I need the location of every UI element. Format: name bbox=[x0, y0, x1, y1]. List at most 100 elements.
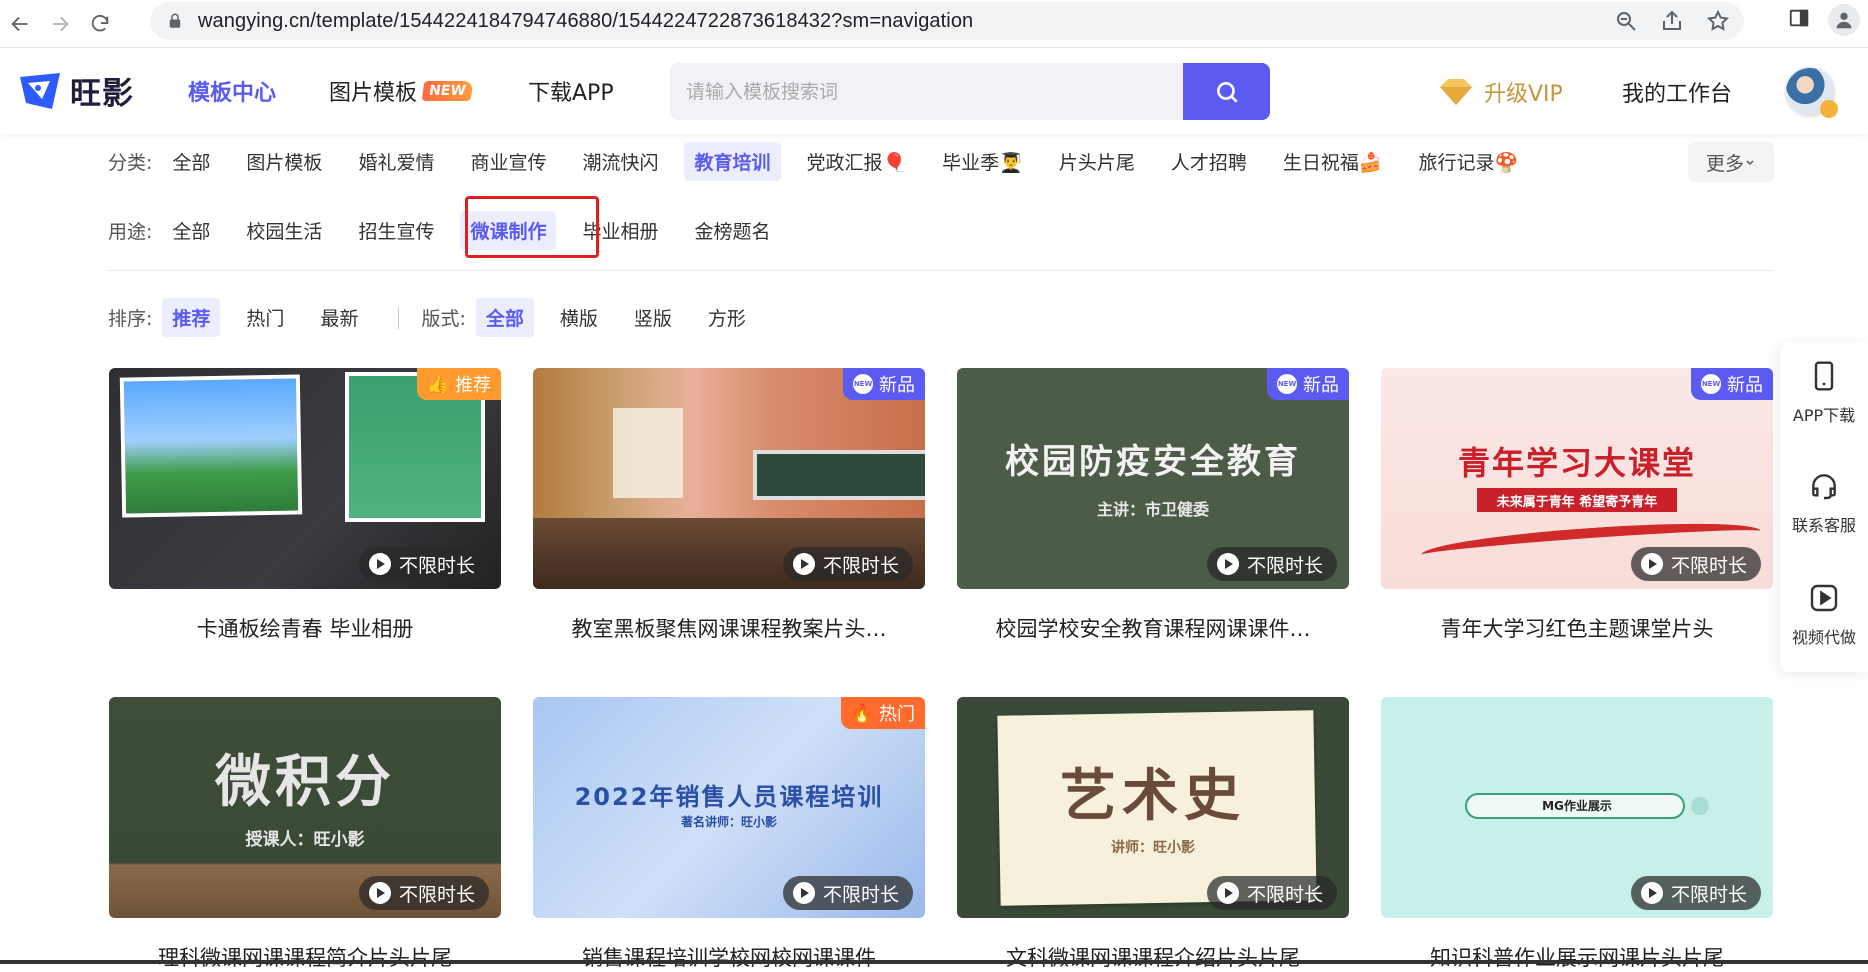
template-card[interactable]: 2022年销售人员课程培训 著名讲师：旺小影 🔥热门 不限时长 销售课程培训学校… bbox=[533, 697, 925, 972]
profile-icon[interactable] bbox=[1828, 4, 1860, 36]
template-thumbnail[interactable]: 2022年销售人员课程培训 著名讲师：旺小影 🔥热门 不限时长 bbox=[533, 697, 925, 918]
search-input[interactable] bbox=[670, 63, 1182, 120]
template-thumbnail[interactable]: NEW新品 不限时长 bbox=[533, 368, 925, 589]
usage-micro-course[interactable]: 微课制作 bbox=[460, 211, 556, 250]
sort-row: 排序: 推荐 热门 最新 版式: 全部 横版 竖版 方形 bbox=[108, 298, 772, 337]
fire-icon: 🔥 bbox=[851, 703, 873, 724]
template-card[interactable]: 青年学习大课堂 未来属于青年 希望寄予青年 NEW新品 不限时长 青年大学习红色… bbox=[1381, 368, 1773, 643]
template-thumbnail[interactable]: MG作业展示 不限时长 bbox=[1381, 697, 1773, 918]
duration-badge: 不限时长 bbox=[1631, 547, 1761, 581]
sort-separator bbox=[398, 307, 399, 329]
thumbnail-subtitle: 著名讲师：旺小影 bbox=[533, 813, 925, 830]
badge-label: 新品 bbox=[879, 371, 915, 397]
zoom-icon[interactable] bbox=[1614, 9, 1638, 33]
category-intro-outro[interactable]: 片头片尾 bbox=[1049, 142, 1145, 181]
app-download-button[interactable]: APP下载 bbox=[1780, 360, 1868, 426]
template-thumbnail[interactable]: 微积分 授课人：旺小影 不限时长 bbox=[109, 697, 501, 918]
category-birthday[interactable]: 生日祝福🍰 bbox=[1273, 142, 1393, 181]
template-card[interactable]: 👍推荐 不限时长 卡通板绘青春 毕业相册 bbox=[109, 368, 501, 643]
card-title[interactable]: 知识科普作业展示网课片头片尾 bbox=[1381, 942, 1773, 972]
site-logo[interactable]: 旺影 bbox=[16, 68, 134, 113]
app-download-label: APP下载 bbox=[1793, 406, 1855, 425]
template-thumbnail[interactable]: 👍推荐 不限时长 bbox=[109, 368, 501, 589]
nav-template-center[interactable]: 模板中心 bbox=[188, 75, 276, 107]
phone-icon bbox=[1808, 360, 1840, 392]
card-title[interactable]: 理科微课网课课程简介片头片尾 bbox=[109, 942, 501, 972]
format-square[interactable]: 方形 bbox=[698, 298, 756, 337]
search-icon bbox=[1214, 79, 1240, 105]
usage-exam-honor[interactable]: 金榜题名 bbox=[684, 211, 780, 250]
usage-graduation-album[interactable]: 毕业相册 bbox=[572, 211, 668, 250]
share-icon[interactable] bbox=[1660, 9, 1684, 33]
recommend-badge: 👍推荐 bbox=[417, 368, 501, 400]
category-wedding[interactable]: 婚礼爱情 bbox=[348, 142, 444, 181]
bookmark-star-icon[interactable] bbox=[1706, 9, 1730, 33]
category-travel[interactable]: 旅行记录🍄 bbox=[1409, 142, 1529, 181]
search-button[interactable] bbox=[1183, 63, 1270, 120]
diamond-icon bbox=[1438, 77, 1474, 107]
thumbnail-subtitle: 讲师：旺小影 bbox=[957, 837, 1349, 857]
back-icon[interactable] bbox=[0, 4, 40, 44]
format-all[interactable]: 全部 bbox=[476, 298, 534, 337]
address-bar[interactable]: wangying.cn/template/1544224184794746880… bbox=[150, 2, 1744, 40]
category-graduation[interactable]: 毕业季👨‍🎓 bbox=[932, 142, 1033, 181]
template-card[interactable]: NEW新品 不限时长 教室黑板聚焦网课课程教案片头… bbox=[533, 368, 925, 643]
play-icon bbox=[1641, 553, 1663, 575]
more-label: 更多 bbox=[1706, 149, 1744, 176]
card-title[interactable]: 销售课程培训学校网校网课课件 bbox=[533, 942, 925, 972]
card-title[interactable]: 卡通板绘青春 毕业相册 bbox=[109, 613, 501, 643]
template-thumbnail[interactable]: 青年学习大课堂 未来属于青年 希望寄予青年 NEW新品 不限时长 bbox=[1381, 368, 1773, 589]
customer-service-button[interactable]: 联系客服 bbox=[1780, 470, 1868, 536]
my-workbench-link[interactable]: 我的工作台 bbox=[1622, 76, 1732, 108]
duration-badge: 不限时长 bbox=[1207, 547, 1337, 581]
new-product-badge: NEW新品 bbox=[1267, 368, 1349, 400]
card-title[interactable]: 教室黑板聚焦网课课程教案片头… bbox=[533, 613, 925, 643]
card-title[interactable]: 校园学校安全教育课程网课课件… bbox=[957, 613, 1349, 643]
card-title[interactable]: 青年大学习红色主题课堂片头 bbox=[1381, 613, 1773, 643]
video-service-button[interactable]: 视频代做 bbox=[1780, 582, 1868, 648]
thumbnail-title: 微积分 bbox=[109, 737, 501, 818]
category-education[interactable]: 教育培训 bbox=[684, 142, 780, 181]
upgrade-vip-link[interactable]: 升级VIP bbox=[1438, 76, 1563, 108]
logo-icon bbox=[16, 69, 64, 113]
template-thumbnail[interactable]: 艺术史 讲师：旺小影 不限时长 bbox=[957, 697, 1349, 918]
template-card[interactable]: 校园防疫安全教育 主讲：市卫健委 NEW新品 不限时长 校园学校安全教育课程网课… bbox=[957, 368, 1349, 643]
category-all[interactable]: 全部 bbox=[162, 142, 220, 181]
thumbnail-title: MG作业展示 bbox=[1381, 797, 1773, 814]
sort-hot[interactable]: 热门 bbox=[236, 298, 294, 337]
template-card[interactable]: MG作业展示 不限时长 知识科普作业展示网课片头片尾 bbox=[1381, 697, 1773, 972]
category-party-report[interactable]: 党政汇报🎈 bbox=[797, 142, 917, 181]
duration-label: 不限时长 bbox=[1247, 880, 1323, 907]
forward-icon[interactable] bbox=[40, 4, 80, 44]
play-icon bbox=[1217, 553, 1239, 575]
play-icon bbox=[793, 553, 815, 575]
chevron-down-icon bbox=[1744, 156, 1756, 168]
nav-download-app[interactable]: 下载APP bbox=[528, 75, 614, 107]
new-product-badge: NEW新品 bbox=[1691, 368, 1773, 400]
category-business[interactable]: 商业宣传 bbox=[460, 142, 556, 181]
new-icon: NEW bbox=[1277, 374, 1297, 394]
usage-campus-life[interactable]: 校园生活 bbox=[236, 211, 332, 250]
vip-label: 升级VIP bbox=[1484, 76, 1563, 108]
template-card[interactable]: 微积分 授课人：旺小影 不限时长 理科微课网课课程简介片头片尾 bbox=[109, 697, 501, 972]
sort-newest[interactable]: 最新 bbox=[310, 298, 368, 337]
nav-image-templates[interactable]: 图片模板 bbox=[329, 75, 417, 107]
new-product-badge: NEW新品 bbox=[843, 368, 925, 400]
sort-label: 排序: bbox=[108, 304, 152, 331]
side-panel-icon[interactable] bbox=[1788, 7, 1810, 33]
usage-row: 用途: 全部 校园生活 招生宣传 微课制作 毕业相册 金榜题名 bbox=[108, 211, 797, 250]
category-recruitment[interactable]: 人才招聘 bbox=[1161, 142, 1257, 181]
category-image-templates[interactable]: 图片模板 bbox=[236, 142, 332, 181]
usage-all[interactable]: 全部 bbox=[162, 211, 220, 250]
reload-icon[interactable] bbox=[80, 4, 120, 44]
usage-admissions[interactable]: 招生宣传 bbox=[348, 211, 444, 250]
category-trend-flash[interactable]: 潮流快闪 bbox=[572, 142, 668, 181]
format-portrait[interactable]: 竖版 bbox=[624, 298, 682, 337]
template-thumbnail[interactable]: 校园防疫安全教育 主讲：市卫健委 NEW新品 不限时长 bbox=[957, 368, 1349, 589]
format-landscape[interactable]: 横版 bbox=[550, 298, 608, 337]
more-categories-button[interactable]: 更多 bbox=[1688, 142, 1774, 182]
template-card[interactable]: 艺术史 讲师：旺小影 不限时长 文科微课网课课程介绍片头片尾 bbox=[957, 697, 1349, 972]
card-title[interactable]: 文科微课网课课程介绍片头片尾 bbox=[957, 942, 1349, 972]
sort-recommended[interactable]: 推荐 bbox=[162, 298, 220, 337]
user-avatar[interactable] bbox=[1784, 66, 1836, 118]
